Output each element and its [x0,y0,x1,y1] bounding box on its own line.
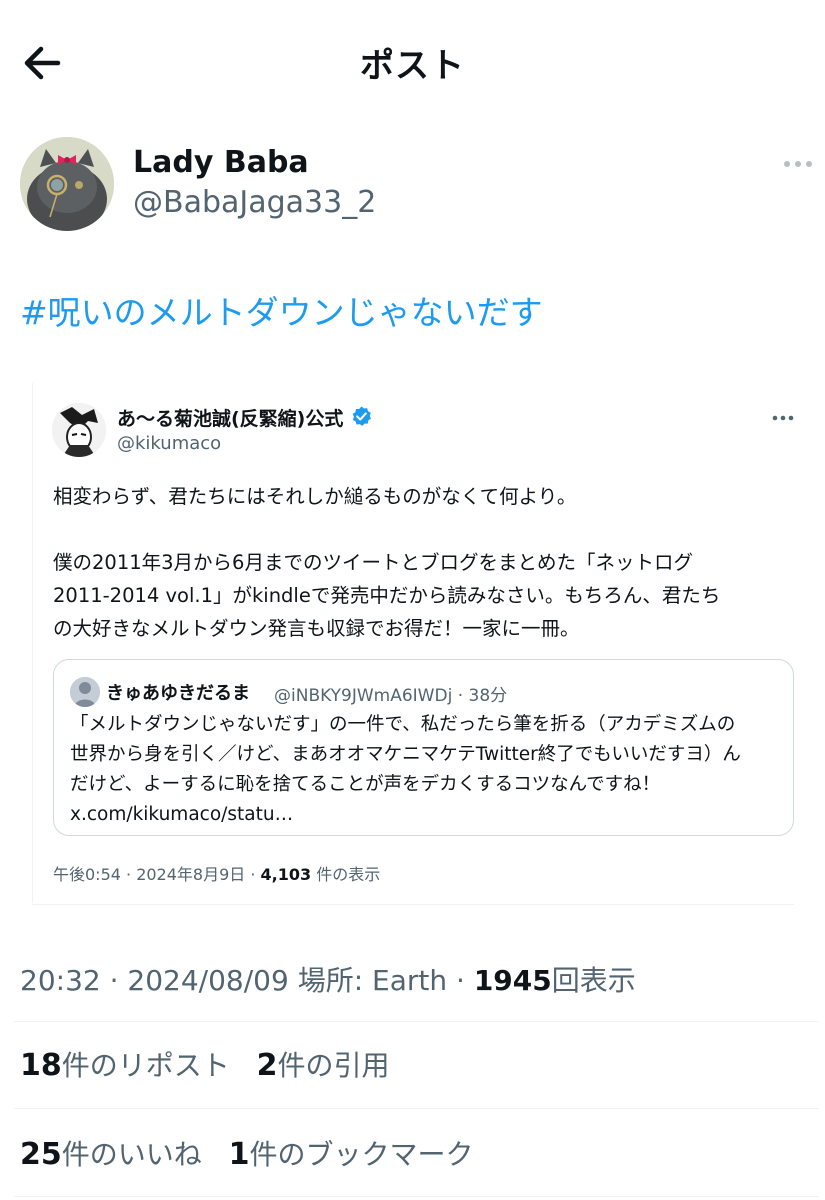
post-view-count: 1945 [473,964,552,997]
reposts-label: 件のリポスト [61,1049,230,1082]
bookmarks-label: 件のブックマーク [249,1138,474,1171]
more-options-icon[interactable] [780,150,816,178]
likes-link[interactable]: 25件のいいね [20,1137,202,1172]
nested-text-line: だけど、よーするに恥を捨てることが声をデカくするコツなんですね！ [70,774,661,795]
divider [14,1108,819,1109]
quoted-text-line [53,513,793,546]
author-handle[interactable]: @BabaJaga33_2 [133,185,376,220]
post-location: 場所: Earth · [297,964,474,997]
nested-author-handle: @iNBKY9JWmA6IWDj · 38分 [274,686,508,706]
quotes-link[interactable]: 2件の引用 [256,1048,390,1083]
post-view-label: 回表示 [551,964,636,997]
quoted-post-text: 相変わらず、君たちにはそれしか縋るものがなくて何より。 僕の2011年3月から6… [53,480,793,645]
divider [14,1021,819,1022]
bookmarks-count: 1 [228,1137,250,1172]
reposts-count: 18 [20,1048,62,1083]
author-avatar[interactable] [20,137,114,231]
reposts-link[interactable]: 18件のリポスト [20,1048,230,1083]
nested-text-line: 「メルトダウンじゃないだす」の一件で、私だったら筆を折る（アカデミズムの [70,714,736,735]
likes-count: 25 [20,1137,62,1172]
post-meta: 20:32 · 2024/08/09 場所: Earth · 1945回表示 [20,959,636,999]
quotes-label: 件の引用 [277,1049,390,1082]
likes-label: 件のいいね [61,1138,202,1171]
quotes-count: 2 [256,1048,278,1083]
verified-badge-icon [350,405,373,428]
quoted-author-avatar[interactable] [52,403,106,457]
repost-quote-stats: 18件のリポスト 2件の引用 [20,1044,408,1084]
quoted-text-line: 2011-2014 vol.1」がkindleで発売中だから読みなさい。もちろん… [53,584,721,607]
quoted-view-count: 4,103 [260,865,312,884]
post-hashtag-link[interactable]: #呪いのメルトダウンじゃないだす [20,286,543,334]
post-timestamp[interactable]: 20:32 · 2024/08/09 [20,964,298,997]
quoted-timestamp: 午後0:54 · 2024年8月9日 · [53,865,261,884]
nested-quote-text: 「メルトダウンじゃないだす」の一件で、私だったら筆を折る（アカデミズムの 世界か… [70,710,786,830]
quoted-text-line: 僕の2011年3月から6月までのツイートとブログをまとめた「ネットログ [53,551,693,574]
quoted-author-handle[interactable]: @kikumaco [117,433,221,454]
quoted-more-options-icon[interactable] [770,408,796,428]
divider [14,1196,819,1197]
nested-author-name: きゅあゆきだるま [106,683,250,704]
quoted-text-line: の大好きなメルトダウン発言も収録でお得だ！一家に一冊。 [53,617,580,640]
page-title: ポスト [360,46,465,86]
top-bar: ポスト [0,0,825,125]
bookmarks-link[interactable]: 1件のブックマーク [228,1137,474,1172]
quoted-post-meta: 午後0:54 · 2024年8月9日 · 4,103 件の表示 [53,861,380,885]
like-bookmark-stats: 25件のいいね 1件のブックマーク [20,1133,492,1173]
nested-author-avatar [70,677,100,707]
quoted-post-divider [32,904,794,905]
nested-text-line: 世界から身を引く／けど、まあオオマケニマケテTwitter終了でもいいだすヨ）ん [70,744,741,765]
author-name[interactable]: Lady Baba [133,145,309,180]
quoted-text-line: 相変わらず、君たちにはそれしか縋るものがなくて何より。 [53,485,577,508]
quoted-author-name[interactable]: あ〜る菊池誠(反緊縮)公式 [117,404,343,431]
quoted-view-label: 件の表示 [311,865,381,884]
nested-link[interactable]: x.com/kikumaco/statu… [70,800,786,830]
